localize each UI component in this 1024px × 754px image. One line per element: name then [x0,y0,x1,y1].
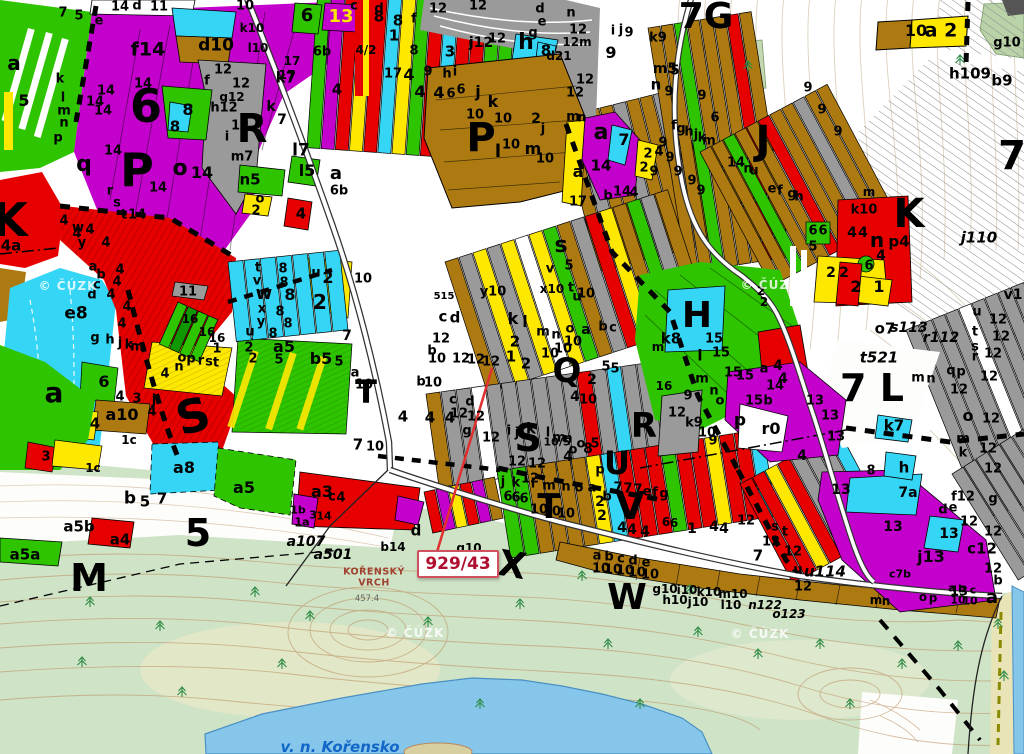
parcel-callout-text: 929/43 [425,554,490,574]
parcel-callout[interactable]: 929/43 [417,550,499,578]
hill-elevation-label: 457.4 [355,594,379,604]
map-canvas [0,0,1024,754]
hill-name-label: KOŘENSKÝ [343,567,405,578]
water-name-label: v. n. Kořensko [280,738,399,754]
map-viewport[interactable]: 6RPKP7GJK7HQSRUTVSTM5XW7 Lashanaa575e14d… [0,0,1024,754]
hill-name-label2: VRCH [358,578,390,589]
